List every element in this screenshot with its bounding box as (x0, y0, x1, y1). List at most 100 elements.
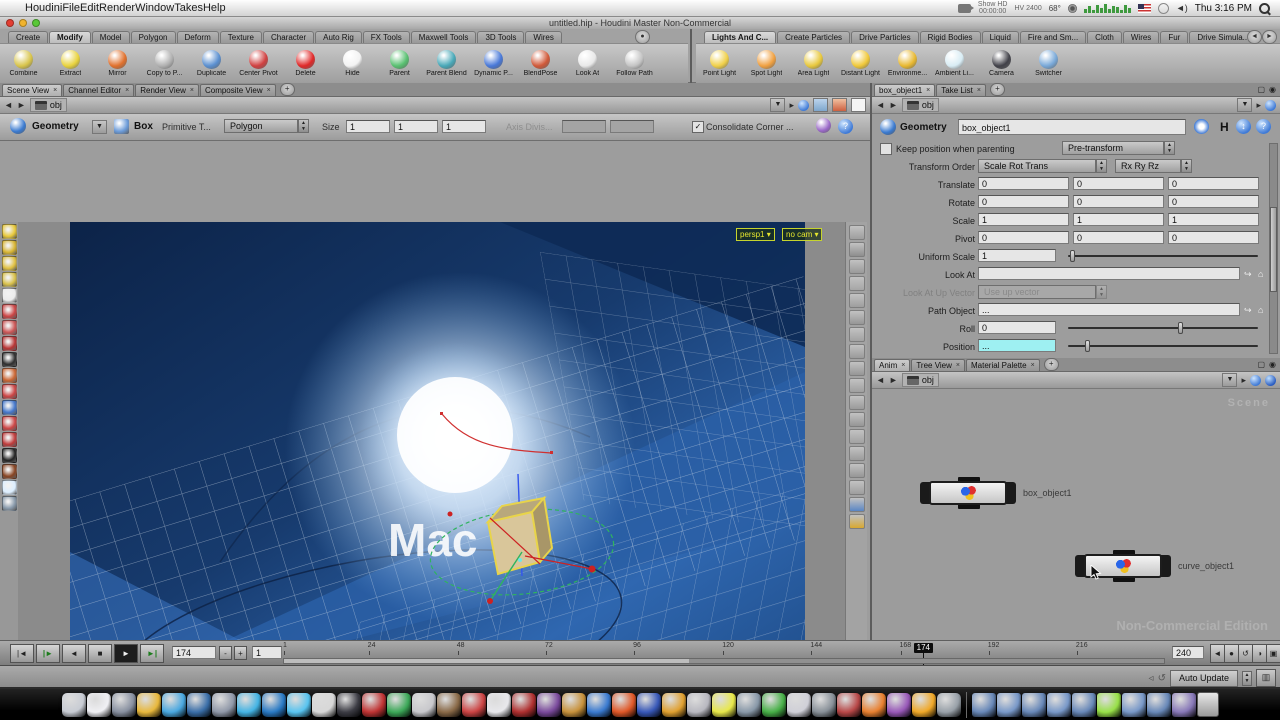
shelf-tool[interactable]: Point Light (696, 50, 743, 77)
shelf-tool[interactable]: Switcher (1025, 50, 1072, 77)
shelf-tool[interactable]: Spot Light (743, 50, 790, 77)
timeline-scrollbar[interactable] (283, 658, 1165, 664)
pane-tab[interactable]: Tree View× (911, 359, 965, 371)
primitive-type-dropdown[interactable]: Polygon (224, 119, 298, 133)
frame-step-field[interactable]: 1 (252, 646, 282, 659)
shelf-tab[interactable]: Model (92, 31, 130, 43)
dock-document-icon[interactable] (997, 693, 1021, 717)
playback-button[interactable]: ◄ (62, 644, 86, 663)
shelf-tool[interactable]: Mirror (94, 50, 141, 77)
viewport-tool-icon[interactable] (2, 368, 17, 383)
trash-icon[interactable] (1197, 692, 1219, 717)
display-option-icon[interactable] (849, 225, 865, 240)
timeline-option-button[interactable]: ↺ (1238, 644, 1253, 663)
rotate-order-stepper[interactable]: ▲▼ (1181, 159, 1192, 173)
dock-app-icon[interactable] (312, 693, 336, 717)
menu-clock[interactable]: Thu 3:16 PM (1195, 3, 1252, 14)
shelf-tab[interactable]: Deform (177, 31, 219, 43)
input-language-flag-icon[interactable] (1138, 4, 1151, 13)
viewport-tool-icon[interactable] (2, 432, 17, 447)
viewport-tool-icon[interactable] (2, 320, 17, 335)
path-dropdown-button[interactable]: ▼ (1237, 98, 1252, 112)
display-option-icon[interactable] (849, 259, 865, 274)
nav-forward-icon[interactable]: ► (889, 100, 898, 110)
pin-icon[interactable]: ▸ (789, 100, 794, 111)
menu-item[interactable]: Takes (174, 2, 203, 14)
roll-field[interactable]: 0 (978, 321, 1056, 334)
add-tab-button[interactable]: + (1044, 358, 1059, 371)
pin-icon[interactable]: ▸ (1256, 100, 1261, 111)
viewport-tool-icon[interactable] (2, 464, 17, 479)
node-pick-icon[interactable]: ⌂ (1258, 305, 1263, 315)
dock-app-icon[interactable] (562, 693, 586, 717)
display-option-icon[interactable] (849, 395, 865, 410)
dock-document-icon[interactable] (1097, 693, 1121, 717)
shelf-tab[interactable]: Auto Rig (315, 31, 362, 43)
playhead[interactable]: 174 (914, 643, 933, 653)
node-pick-icon[interactable]: ⌂ (1258, 269, 1263, 279)
gear-icon[interactable] (1068, 4, 1077, 13)
dock-app-icon[interactable] (837, 693, 861, 717)
shelf-tab[interactable]: Polygon (131, 31, 176, 43)
rotate-order-dropdown[interactable]: Rx Ry Rz (1115, 159, 1181, 173)
path-dropdown-button[interactable]: ▼ (1222, 373, 1237, 387)
path-object-field[interactable]: ... (978, 303, 1240, 316)
close-tab-icon[interactable]: × (901, 362, 905, 369)
dock-app-icon[interactable] (512, 693, 536, 717)
shelf-tab[interactable]: Liquid (982, 31, 1019, 43)
dock-app-icon[interactable] (487, 693, 511, 717)
close-tab-icon[interactable]: × (53, 87, 57, 94)
update-mode-dropdown[interactable]: Auto Update (1170, 670, 1238, 687)
shelf-tab[interactable]: Create (8, 31, 48, 43)
viewport-tool-icon[interactable] (2, 336, 17, 351)
pivot-x-field[interactable]: 0 (978, 231, 1069, 244)
close-tab-icon[interactable]: × (977, 87, 981, 94)
close-tab-icon[interactable]: × (956, 362, 960, 369)
timeline-option-button[interactable]: ◑ (1252, 644, 1267, 663)
timeline-option-button[interactable]: ▣ (1266, 644, 1280, 663)
shelf-tab[interactable]: Lights And C... (704, 31, 776, 43)
shelf-tool[interactable]: Combine (0, 50, 47, 77)
shelf-tool[interactable]: Dynamic P... (470, 50, 517, 77)
rotate-z-field[interactable]: 0 (1168, 195, 1259, 208)
display-icon[interactable] (958, 4, 971, 13)
dock-app-icon[interactable] (887, 693, 911, 717)
pane-tab[interactable]: box_object1× (874, 84, 935, 96)
dock-document-icon[interactable] (972, 693, 996, 717)
display-option-icon[interactable] (849, 327, 865, 342)
dock-document-icon[interactable] (1122, 693, 1146, 717)
dock-document-icon[interactable] (1147, 693, 1171, 717)
size-y-field[interactable]: 1 (394, 120, 438, 133)
pane-menu-icon[interactable]: ◉ (1269, 360, 1276, 369)
shelf-tab[interactable]: Fire and Sm... (1020, 31, 1086, 43)
refresh-icon[interactable]: ↺ (1158, 673, 1166, 684)
dock-document-icon[interactable] (1047, 693, 1071, 717)
path-chip[interactable]: obj (902, 373, 939, 387)
shelf-tab[interactable]: Character (263, 31, 314, 43)
pane-menu-icon[interactable]: ◉ (1269, 85, 1276, 94)
temperature-status[interactable]: 68° (1049, 4, 1061, 13)
display-option-icon[interactable] (849, 378, 865, 393)
dock-app-icon[interactable] (387, 693, 411, 717)
shelf-tool[interactable]: Follow Path (611, 50, 658, 77)
params-scrollbar[interactable] (1269, 143, 1278, 354)
viewport-tool-icon[interactable] (2, 224, 17, 239)
shelf-tool[interactable]: Hide (329, 50, 376, 77)
nav-back-icon[interactable]: ◄ (876, 100, 885, 110)
dock-app-icon[interactable] (712, 693, 736, 717)
close-tab-icon[interactable]: × (125, 87, 129, 94)
viewport-tool-icon[interactable] (2, 496, 17, 511)
transform-order-dropdown[interactable]: Scale Rot Trans (978, 159, 1096, 173)
display-option-icon[interactable] (849, 310, 865, 325)
dock-app-icon[interactable] (462, 693, 486, 717)
shelf-tab[interactable]: Texture (220, 31, 262, 43)
scale-x-field[interactable]: 1 (978, 213, 1069, 226)
display-option-icon[interactable] (849, 446, 865, 461)
cube-view-icon[interactable] (813, 98, 828, 112)
nav-forward-icon[interactable]: ► (17, 100, 26, 110)
pane-tab[interactable]: Composite View× (200, 84, 276, 96)
viewport-tool-icon[interactable] (2, 272, 17, 287)
menu-item[interactable]: Houdini (25, 2, 62, 14)
dock-app-icon[interactable] (537, 693, 561, 717)
viewport-tool-icon[interactable] (2, 288, 17, 303)
